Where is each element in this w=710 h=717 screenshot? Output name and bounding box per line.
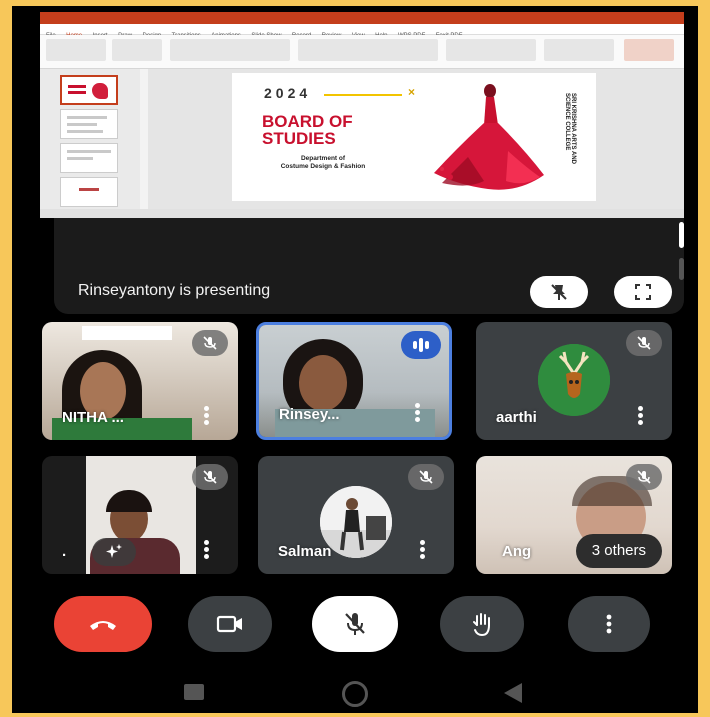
- more-options-icon[interactable]: [204, 540, 210, 560]
- presenting-text: Rinseyantony is presenting: [78, 282, 271, 299]
- more-options-icon[interactable]: [420, 540, 426, 560]
- back-nav-button[interactable]: [504, 683, 522, 703]
- ppt-ribbon-tabs: File Home Insert Draw Design Transitions…: [40, 24, 684, 39]
- camera-icon: [216, 615, 242, 633]
- participant-name: Salman: [278, 543, 332, 560]
- pin-off-icon: [551, 284, 567, 300]
- participant-tile-active-speaker[interactable]: Rinsey...: [256, 322, 452, 440]
- shared-screen: File Home Insert Draw Design Transitions…: [40, 12, 684, 218]
- slide-divider: [324, 94, 402, 96]
- participant-name: aarthi: [496, 409, 537, 426]
- slide-canvas: 2024 × BOARD OF STUDIES Department of Co…: [148, 69, 684, 209]
- mic-off-icon: [637, 336, 651, 350]
- recents-nav-button[interactable]: [184, 684, 204, 700]
- mic-muted-indicator: [192, 464, 228, 490]
- mic-off-icon: [419, 470, 433, 484]
- more-options-button[interactable]: [568, 596, 650, 652]
- more-options-icon[interactable]: [415, 403, 421, 423]
- ppt-ribbon: [40, 35, 684, 69]
- participant-name: Ang: [502, 543, 532, 560]
- unpin-button[interactable]: [530, 276, 588, 308]
- slide-thumbnail: [60, 177, 118, 207]
- slide-x-mark: ×: [408, 85, 416, 99]
- mic-muted-indicator: [408, 464, 444, 490]
- mic-off-icon: [203, 470, 217, 484]
- slide-thumbnails: [40, 69, 140, 209]
- end-call-icon: [90, 621, 116, 630]
- slide-title: BOARD OF STUDIES: [262, 112, 353, 148]
- more-options-icon[interactable]: [638, 406, 644, 426]
- fullscreen-icon: [635, 284, 651, 300]
- scrollbar-track: [679, 258, 684, 280]
- mic-off-icon: [345, 613, 365, 635]
- more-options-icon: [606, 614, 612, 634]
- mic-muted-indicator: [626, 464, 662, 490]
- participant-tile[interactable]: Salman: [258, 456, 454, 574]
- current-slide: 2024 × BOARD OF STUDIES Department of Co…: [232, 73, 596, 201]
- red-gown-illustration: [434, 84, 544, 190]
- participant-tile[interactable]: aarthi: [476, 322, 672, 440]
- deer-avatar-image: [538, 344, 610, 416]
- mic-muted-indicator: [192, 330, 228, 356]
- ppt-title-bar: [40, 12, 684, 24]
- mic-off-icon: [203, 336, 217, 350]
- raise-hand-icon: [473, 613, 490, 637]
- mic-toggle-button[interactable]: [312, 596, 398, 652]
- mic-off-icon: [637, 470, 651, 484]
- slide-thumbnail: [60, 143, 118, 173]
- home-nav-button[interactable]: [342, 681, 368, 707]
- slide-thumbnail: [60, 75, 118, 105]
- speaking-indicator: [401, 331, 441, 359]
- effects-button[interactable]: [92, 538, 136, 566]
- participant-name: NITHA ...: [62, 409, 124, 426]
- avatar: [538, 344, 610, 416]
- end-call-button[interactable]: [54, 596, 152, 652]
- fullscreen-button[interactable]: [614, 276, 672, 308]
- mic-muted-indicator: [626, 330, 662, 356]
- participant-tile-overflow[interactable]: Ang 3 others: [476, 456, 672, 574]
- others-count-badge[interactable]: 3 others: [575, 534, 662, 568]
- participant-tile[interactable]: NITHA ...: [42, 322, 238, 440]
- more-options-icon[interactable]: [204, 406, 210, 426]
- slide-year: 2024: [264, 85, 312, 101]
- sparkle-icon: [106, 544, 122, 558]
- participant-tile[interactable]: .: [42, 456, 238, 574]
- ppt-status-bar: [40, 209, 684, 218]
- raise-hand-button[interactable]: [440, 596, 524, 652]
- scrollbar-thumb[interactable]: [679, 222, 684, 248]
- slide-thumbnail: [60, 109, 118, 139]
- presenting-banner: Rinseyantony is presenting: [54, 218, 684, 314]
- participant-name: Rinsey...: [279, 406, 340, 423]
- slide-side-text: SRI KRISHNA ARTS AND SCIENCE COLLEGE: [564, 93, 576, 165]
- phone-screen: File Home Insert Draw Design Transitions…: [12, 6, 698, 713]
- participant-name: .: [62, 543, 67, 560]
- camera-toggle-button[interactable]: [188, 596, 272, 652]
- slide-department: Department of Costume Design & Fashion: [280, 155, 366, 170]
